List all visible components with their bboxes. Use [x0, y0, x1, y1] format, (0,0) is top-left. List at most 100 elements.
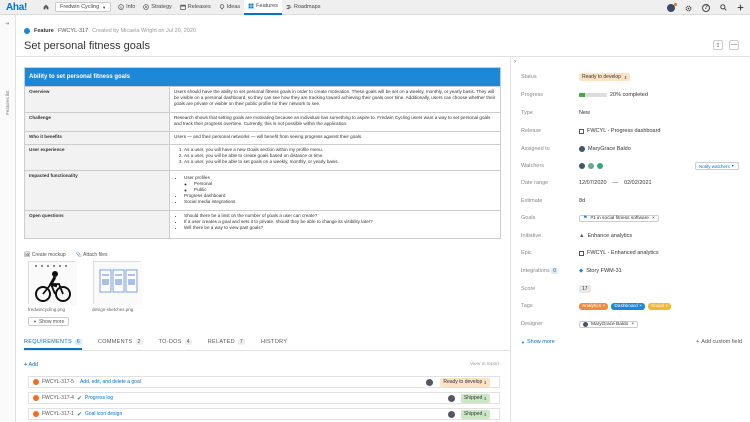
tab-related[interactable]: RELATED 7 — [208, 337, 245, 350]
table-row[interactable]: FWCYL-317-5 Add, edit, and delete a goal… — [28, 376, 500, 388]
tab-count: 6 — [74, 339, 83, 345]
add-icon[interactable] — [737, 4, 744, 11]
score-value[interactable]: 17 — [579, 285, 591, 293]
collapse-panel-icon[interactable]: › — [514, 59, 516, 65]
requirement-ref[interactable]: FWCYL-317-4 — [42, 395, 74, 401]
status-label: Shipped — [463, 395, 483, 401]
nav-releases[interactable]: Releases — [176, 0, 215, 15]
property-release: Release FWCYL - Progress dashboard — [521, 126, 741, 136]
rail-toggle-icon[interactable]: ⇥ — [5, 21, 9, 27]
property-label: Type — [521, 110, 533, 116]
attachment-thumbnail[interactable] — [28, 261, 77, 305]
nav-ideas[interactable]: Ideas — [215, 0, 244, 15]
avatar — [579, 163, 585, 169]
requirement-ref[interactable]: FWCYL-317-5 — [42, 379, 74, 385]
tag-analytics[interactable]: Analytics × — [579, 302, 609, 310]
create-mockup-button[interactable]: 🖼 Create mockup — [24, 252, 66, 258]
requirement-name[interactable]: Goal icon design — [85, 411, 122, 417]
show-more-attachments-button[interactable]: ▼ Show more — [28, 317, 70, 326]
designer-tag[interactable]: MaryGrace Baldo × — [579, 320, 639, 328]
start-date: 12/07/2020 — [579, 180, 607, 186]
tab-todos[interactable]: TO-DOS 4 — [159, 337, 192, 350]
property-label: Tags — [521, 303, 533, 309]
tab-requirements[interactable]: REQUIREMENTS 6 — [24, 337, 83, 350]
avatar — [597, 163, 603, 169]
nav-info[interactable]: Info — [114, 0, 139, 15]
notification-dot — [674, 2, 677, 6]
property-label: Score — [521, 286, 536, 292]
share-button[interactable]: ⇪ — [713, 40, 723, 50]
attachment-filename: fredwincycling.png — [28, 307, 66, 312]
estimate-value[interactable]: 8d — [579, 198, 585, 204]
record-ref[interactable]: FWCYL-317 — [58, 28, 88, 34]
attach-files-button[interactable]: 📎 Attach files — [76, 252, 108, 258]
status-badge[interactable]: Ready to develop ⇕ — [440, 377, 490, 387]
integration-link[interactable]: ◆ Story FWM-31 — [579, 268, 622, 274]
search-icon[interactable] — [720, 4, 727, 11]
assignee-value[interactable]: MaryGrace Baldo — [579, 146, 631, 152]
add-custom-field-button[interactable]: + Add custom field — [696, 337, 746, 347]
property-tags: Tags Analytics × Dashboard × Social × — [521, 301, 741, 311]
settings-button[interactable] — [685, 0, 692, 17]
status-badge[interactable]: Shipped ⇕ — [460, 393, 490, 403]
description-table[interactable]: Ability to set personal fitness goals Ov… — [24, 67, 501, 239]
nav-roadmaps-label: Roadmaps — [293, 4, 321, 10]
release-value[interactable]: FWCYL - Progress dashboard — [579, 128, 660, 134]
status-badge[interactable]: Shipped ⇕ — [460, 409, 490, 419]
property-date-range: Date range 12/07/2020 — 02/02/2021 — [521, 178, 741, 188]
tag-social[interactable]: Social × — [647, 302, 672, 310]
check-icon: ✔ — [76, 411, 82, 418]
nav-roadmaps[interactable]: Roadmaps — [282, 0, 325, 15]
workspace-selector[interactable]: Fredwin Cycling ▼ — [55, 2, 112, 12]
user-avatar[interactable] — [667, 2, 677, 12]
assignee-avatar — [448, 410, 455, 418]
initiative-value[interactable]: ▲ Enhance analytics — [579, 233, 632, 239]
features-list-rail[interactable]: ⇥ Features list — [0, 15, 16, 422]
requirement-ref[interactable]: FWCYL-317-1 — [42, 411, 74, 417]
more-options-button[interactable]: — — [729, 40, 739, 50]
attachment-thumbnail[interactable] — [93, 261, 142, 305]
nav-features[interactable]: Features — [244, 0, 282, 15]
goal-tag[interactable]: ⚑ #1 in social fitness software × — [579, 214, 659, 222]
requirement-name[interactable]: Add, edit, and delete a goal — [80, 379, 141, 385]
nav-strategy-label: Strategy — [151, 4, 172, 10]
table-row[interactable]: FWCYL-317-1 ✔ Goal icon design Shipped ⇕ — [28, 408, 500, 420]
epic-value[interactable]: FWCYL - Enhanced analytics — [579, 250, 659, 256]
add-label: Add — [28, 362, 39, 368]
view-in-report-link[interactable]: View in report — [470, 362, 499, 367]
property-label: Goals — [521, 215, 536, 221]
list-item: Will there be a way to view past goals? — [184, 225, 496, 231]
tab-comments[interactable]: COMMENTS 2 — [98, 337, 143, 350]
more-icon: — — [731, 42, 737, 48]
table-row[interactable]: FWCYL-317-4 ✔ Progress log Shipped ⇕ — [28, 392, 500, 404]
feature-icon — [24, 28, 30, 34]
table-row: Impacted functionality User profiles Per… — [25, 170, 500, 210]
help-icon[interactable]: ? — [702, 3, 710, 12]
type-value[interactable]: New — [579, 110, 590, 116]
tab-history[interactable]: HISTORY — [261, 337, 287, 350]
epic-icon — [579, 250, 584, 256]
page-title[interactable]: Set personal fitness goals — [24, 40, 150, 52]
aha-logo[interactable]: Aha! — [0, 2, 37, 13]
attachment-filename: design-sketches.png — [92, 307, 134, 312]
add-requirement-button[interactable]: + Add — [24, 362, 38, 368]
property-label: Progress — [521, 92, 544, 98]
watchers-avatars[interactable] — [579, 163, 603, 169]
nav-strategy[interactable]: Strategy — [139, 0, 175, 15]
notify-watchers-button[interactable]: Notify watchers ▼ — [695, 162, 739, 170]
progress-value[interactable]: 20% completed — [579, 92, 648, 98]
property-estimate: Estimate 8d — [521, 196, 741, 206]
tags-list[interactable]: Analytics × Dashboard × Social × — [579, 302, 672, 310]
home-button[interactable] — [37, 0, 55, 15]
date-range-value[interactable]: 12/07/2020 — 02/02/2021 — [579, 180, 652, 186]
plus-icon: + — [696, 339, 700, 345]
status-badge[interactable]: Ready to develop ⇕ — [579, 73, 631, 81]
tab-label: HISTORY — [260, 339, 288, 345]
remove-icon[interactable]: × — [631, 322, 634, 327]
tag-dashboard[interactable]: Dashboard × — [611, 302, 645, 310]
table-row: Who it benefits Users — and their person… — [25, 131, 500, 144]
end-date: 02/02/2021 — [624, 180, 652, 186]
tag-name: Social — [650, 303, 665, 309]
requirement-name[interactable]: Progress log — [85, 395, 113, 401]
remove-icon[interactable]: × — [652, 216, 655, 221]
